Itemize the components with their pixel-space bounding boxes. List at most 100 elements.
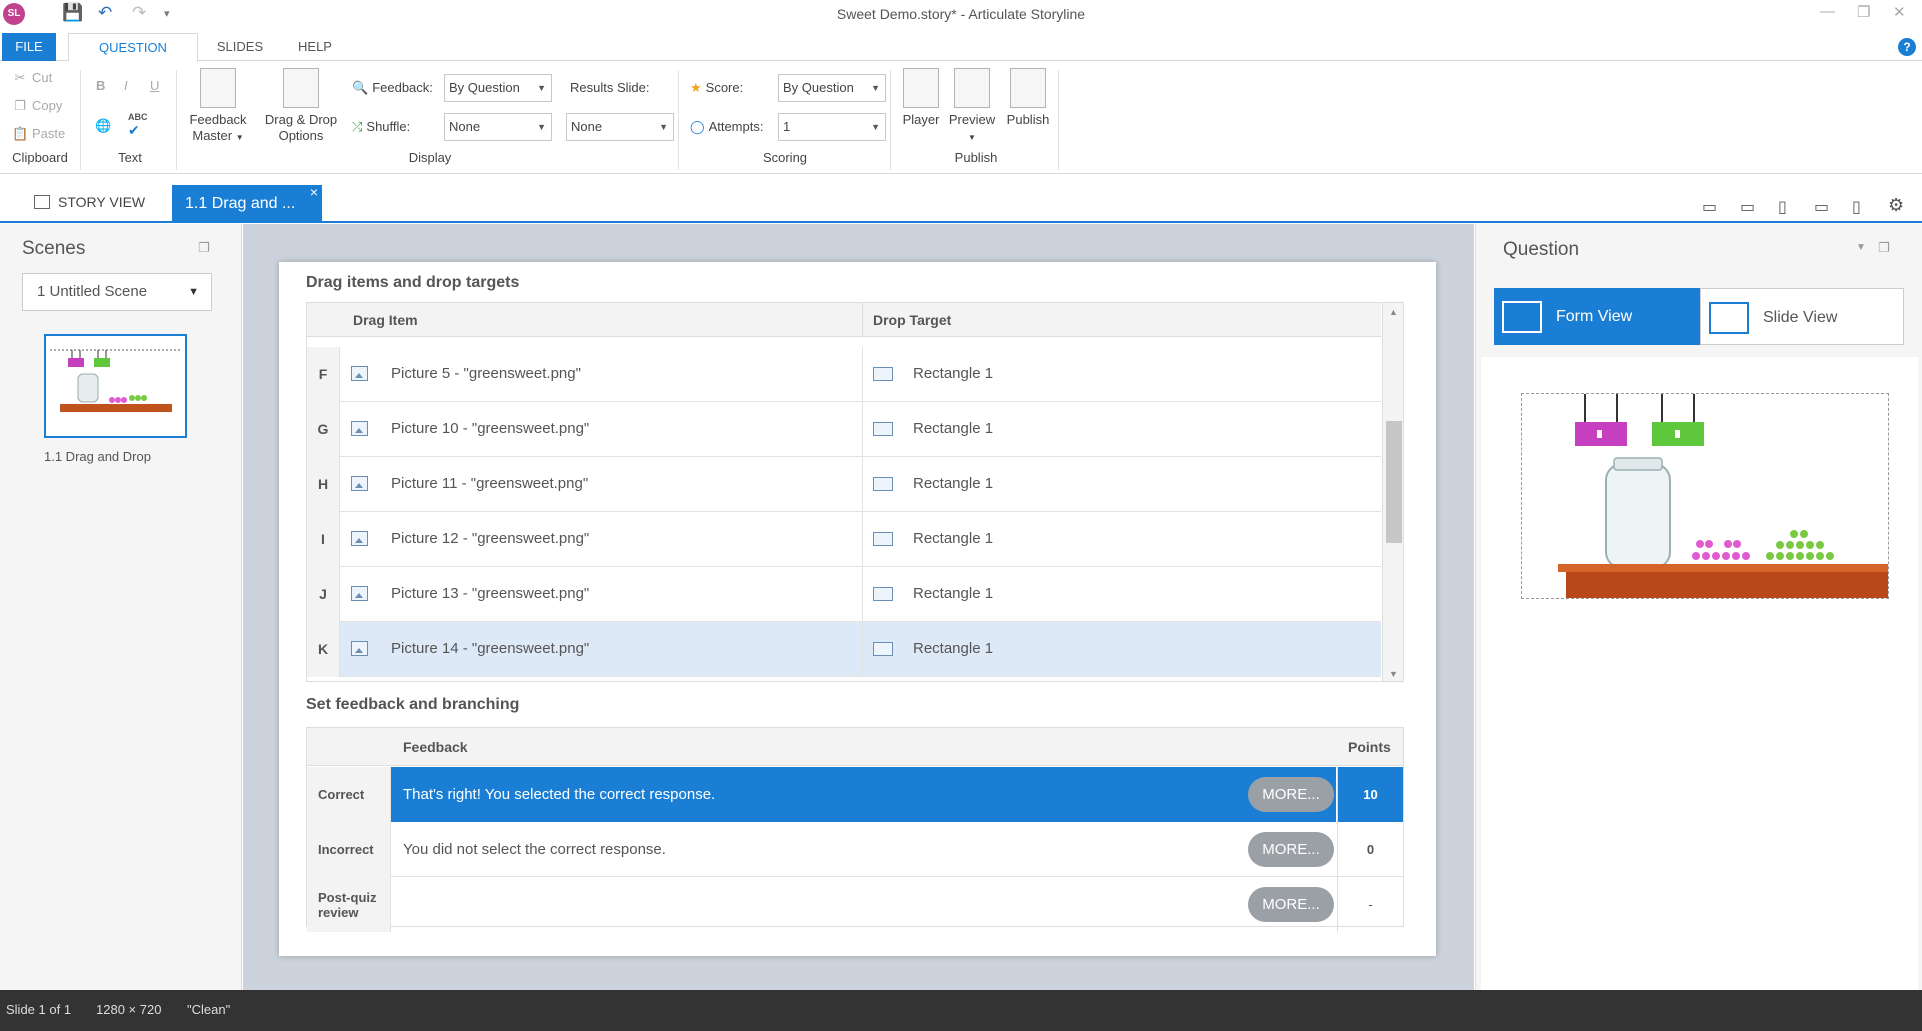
table-row[interactable]: F Picture 5 - "greensweet.png" Rectangle… xyxy=(307,347,1381,402)
form-view-area: Drag items and drop targets Drag Item Dr… xyxy=(243,224,1474,990)
slide-thumbnail[interactable] xyxy=(44,334,187,438)
feedback-select[interactable]: By Question ▼ xyxy=(444,74,552,102)
tab-file[interactable]: FILE xyxy=(2,33,56,61)
restore-icon[interactable]: ❐ xyxy=(1857,3,1870,21)
feedback-row-post-quiz[interactable]: Post-quiz review MORE... - xyxy=(307,877,1403,932)
text-group-label: Text xyxy=(118,150,142,165)
points-value[interactable]: 0 xyxy=(1337,822,1403,877)
close-window-icon[interactable]: ✕ xyxy=(1893,3,1906,21)
spellcheck-button[interactable]: ABC ✔ xyxy=(128,112,148,139)
player-button[interactable]: Player xyxy=(898,68,944,128)
slide-tab[interactable]: 1.1 Drag and ... × xyxy=(172,184,322,223)
phone-landscape-icon[interactable]: ▭ xyxy=(1814,197,1829,217)
points-value[interactable]: - xyxy=(1337,877,1403,932)
row-key: H xyxy=(307,457,340,512)
scrollbar-thumb[interactable] xyxy=(1386,421,1402,543)
drop-target[interactable]: Rectangle 1 xyxy=(913,530,993,547)
gear-icon[interactable]: ⚙ xyxy=(1888,195,1904,216)
drop-target[interactable]: Rectangle 1 xyxy=(913,420,993,437)
picture-icon xyxy=(351,641,368,656)
feedback-master-button[interactable]: Feedback Master ▼ xyxy=(186,68,250,146)
rectangle-icon xyxy=(873,532,893,546)
more-button[interactable]: MORE... xyxy=(1248,832,1334,867)
cut-button[interactable]: ✂ Cut xyxy=(12,70,53,86)
feedback-text[interactable]: You did not select the correct response. xyxy=(391,822,1336,877)
shuffle-icon: ⤮ xyxy=(352,119,363,134)
chevron-down-icon: ▼ xyxy=(871,122,880,132)
drop-target[interactable]: Rectangle 1 xyxy=(913,585,993,602)
drag-item[interactable]: Picture 13 - "greensweet.png" xyxy=(391,585,589,602)
slide-preview-area xyxy=(1481,357,1918,990)
form-view-button[interactable]: Form View xyxy=(1494,288,1700,345)
slide-preview[interactable] xyxy=(1521,393,1889,599)
preview-button[interactable]: Preview ▼ xyxy=(946,68,998,146)
tablet-landscape-icon[interactable]: ▭ xyxy=(1740,197,1755,217)
star-icon: ★ xyxy=(690,80,702,95)
drag-item[interactable]: Picture 11 - "greensweet.png" xyxy=(391,475,588,492)
globe-icon[interactable]: 🌐 xyxy=(95,118,111,134)
shield-icon: ◯ xyxy=(690,119,705,134)
drop-target[interactable]: Rectangle 1 xyxy=(913,365,993,382)
form-view-icon xyxy=(1502,301,1542,333)
dd-options-label: Drag & Drop xyxy=(264,112,338,127)
feedback-master-label-2: Master xyxy=(192,128,233,143)
tablet-portrait-icon[interactable]: ▯ xyxy=(1778,197,1787,217)
help-icon[interactable]: ? xyxy=(1898,38,1916,56)
row-key: J xyxy=(307,567,340,622)
table-row[interactable]: I Picture 12 - "greensweet.png" Rectangl… xyxy=(307,512,1381,567)
chevron-down-icon: ▼ xyxy=(537,122,546,132)
copy-icon: ❐ xyxy=(14,98,26,113)
status-slide-size: 1280 × 720 xyxy=(96,1002,162,1017)
drag-drop-options-button[interactable]: Drag & Drop Options xyxy=(258,68,344,144)
more-button[interactable]: MORE... xyxy=(1248,777,1334,812)
results-slide-select[interactable]: None ▼ xyxy=(566,113,674,141)
paste-button[interactable]: 📋 Paste xyxy=(12,126,65,142)
panel-pin-icon[interactable]: ❐ xyxy=(1878,240,1890,256)
tab-question[interactable]: QUESTION xyxy=(68,33,198,62)
chevron-down-icon[interactable]: ▼ xyxy=(1856,242,1866,253)
attempts-label: ◯ Attempts: xyxy=(690,119,763,135)
slide-tab-label: 1.1 Drag and ... xyxy=(185,195,296,212)
feedback-row-correct[interactable]: Correct That's right! You selected the c… xyxy=(307,767,1403,822)
desktop-preview-icon[interactable]: ▭ xyxy=(1702,197,1717,217)
score-select[interactable]: By Question ▼ xyxy=(778,74,886,102)
drop-target[interactable]: Rectangle 1 xyxy=(913,475,993,492)
drag-table-scrollbar[interactable]: ▲ ▼ xyxy=(1382,303,1403,681)
feedback-row-incorrect[interactable]: Incorrect You did not select the correct… xyxy=(307,822,1403,877)
drag-item[interactable]: Picture 12 - "greensweet.png" xyxy=(391,530,589,547)
drop-target[interactable]: Rectangle 1 xyxy=(913,640,993,657)
minimize-icon[interactable]: — xyxy=(1820,3,1835,20)
feedback-text[interactable] xyxy=(391,877,1336,932)
row-key: K xyxy=(307,622,340,677)
table-row-selected[interactable]: K Picture 14 - "greensweet.png" Rectangl… xyxy=(307,622,1381,677)
scroll-up-icon[interactable]: ▲ xyxy=(1389,307,1398,317)
check-icon: ✔ xyxy=(128,122,140,138)
feedback-text[interactable]: That's right! You selected the correct r… xyxy=(391,767,1336,822)
tab-slides[interactable]: SLIDES xyxy=(212,33,268,61)
separator xyxy=(1058,70,1059,170)
panel-pin-icon[interactable]: ❐ xyxy=(198,240,210,256)
phone-portrait-icon[interactable]: ▯ xyxy=(1852,197,1861,217)
more-button[interactable]: MORE... xyxy=(1248,887,1334,922)
table-row[interactable]: G Picture 10 - "greensweet.png" Rectangl… xyxy=(307,402,1381,457)
close-tab-icon[interactable]: × xyxy=(310,173,318,211)
italic-button[interactable]: I xyxy=(124,78,128,93)
drag-item[interactable]: Picture 14 - "greensweet.png" xyxy=(391,640,589,657)
feedback-row-label: Incorrect xyxy=(307,822,391,877)
tab-help[interactable]: HELP xyxy=(290,33,340,61)
publish-button[interactable]: Publish xyxy=(1002,68,1054,128)
table-row[interactable]: H Picture 11 - "greensweet.png" Rectangl… xyxy=(307,457,1381,512)
slide-view-button[interactable]: Slide View xyxy=(1700,288,1904,345)
story-view-tab[interactable]: STORY VIEW xyxy=(34,194,145,210)
underline-button[interactable]: U xyxy=(150,78,159,93)
copy-button[interactable]: ❐ Copy xyxy=(12,98,62,114)
drag-item[interactable]: Picture 10 - "greensweet.png" xyxy=(391,420,589,437)
drag-item[interactable]: Picture 5 - "greensweet.png" xyxy=(391,365,581,382)
shuffle-select[interactable]: None ▼ xyxy=(444,113,552,141)
attempts-select[interactable]: 1 ▼ xyxy=(778,113,886,141)
points-value[interactable]: 10 xyxy=(1337,767,1403,822)
bold-button[interactable]: B xyxy=(96,78,105,93)
scene-select[interactable]: 1 Untitled Scene ▼ xyxy=(22,273,212,311)
scroll-down-icon[interactable]: ▼ xyxy=(1389,669,1398,679)
table-row[interactable]: J Picture 13 - "greensweet.png" Rectangl… xyxy=(307,567,1381,622)
